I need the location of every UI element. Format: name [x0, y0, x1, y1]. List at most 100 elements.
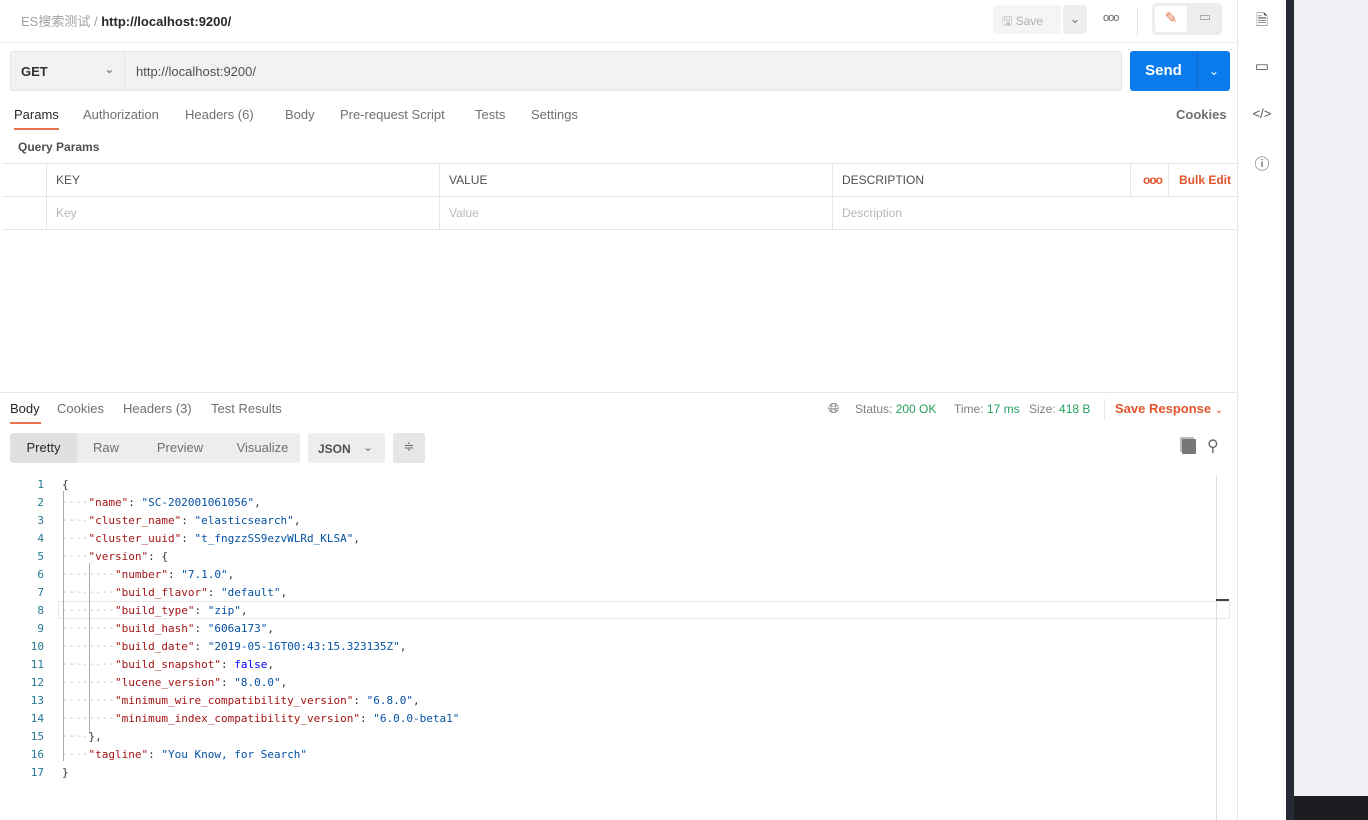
code-token: "You Know, for Search" — [161, 748, 308, 761]
tab-pre-request-script[interactable]: Pre-request Script — [340, 107, 445, 122]
code-token: "zip" — [207, 604, 241, 617]
code-token: : — [220, 658, 235, 671]
code-line: ····"version": { — [62, 550, 168, 563]
bulk-edit-button[interactable]: Bulk Edit — [1168, 164, 1238, 197]
save-button[interactable]: 🖫 Save — [993, 5, 1061, 34]
line-number: 2 — [37, 496, 44, 509]
query-params-table: KEY VALUE DESCRIPTION ooo Bulk Edit Key … — [2, 163, 1238, 230]
format-label: JSON — [318, 442, 351, 456]
code-token: ········ — [62, 712, 115, 725]
code-token: : — [181, 532, 195, 545]
collection-name[interactable]: ES搜索测试 — [21, 14, 90, 29]
query-params-title: Query Params — [18, 140, 100, 154]
comment-icon[interactable]: ▭ — [1190, 9, 1220, 25]
code-line: ········"build_flavor": "default", — [62, 586, 287, 599]
cookies-link[interactable]: Cookies — [1176, 107, 1227, 122]
tab-params[interactable]: Params — [14, 107, 59, 122]
url-input[interactable]: http://localhost:9200/ — [136, 64, 256, 79]
code-token: ········ — [62, 622, 115, 635]
tab-tests[interactable]: Tests — [475, 107, 505, 122]
code-icon[interactable]: </> — [1239, 106, 1285, 121]
time-label: Time: — [954, 402, 984, 416]
code-token: , — [280, 676, 288, 689]
editor-scrollbar-track[interactable] — [1216, 476, 1217, 820]
value-input[interactable]: Value — [439, 197, 832, 230]
save-response-label: Save Response — [1115, 401, 1212, 416]
background-window — [1294, 0, 1368, 796]
code-token: , — [240, 604, 248, 617]
pane-divider[interactable] — [0, 392, 1238, 393]
mode-toggle: ✎ ▭ — [1152, 3, 1222, 35]
send-button[interactable]: Send ⌄ — [1130, 51, 1230, 91]
tab-test-results[interactable]: Test Results — [211, 401, 282, 416]
code-token: "number" — [114, 568, 168, 581]
globe-icon[interactable]: 🌐︎ — [828, 400, 839, 417]
view-pretty[interactable]: Pretty — [10, 433, 77, 463]
code-token: "build_hash" — [114, 622, 195, 635]
code-token: } — [62, 766, 69, 779]
code-token: : — [194, 622, 208, 635]
status-value[interactable]: 200 OK — [896, 402, 937, 416]
view-mode-selector: Pretty Raw Preview Visualize — [10, 433, 300, 463]
active-tab-indicator — [10, 422, 41, 424]
send-label: Send — [1145, 62, 1182, 79]
size-value[interactable]: 418 B — [1059, 402, 1090, 416]
tab-body[interactable]: Body — [285, 107, 315, 122]
code-token: "SC-202001061056" — [141, 496, 255, 509]
line-number: 9 — [37, 622, 44, 635]
tab-authorization[interactable]: Authorization — [83, 107, 159, 122]
breadcrumb-separator: / — [93, 14, 98, 29]
line-number: 15 — [30, 730, 44, 743]
request-header: ES搜索测试 / http://localhost:9200/ 🖫 Save ⌄… — [0, 0, 1238, 43]
code-line: ········"minimum_wire_compatibility_vers… — [62, 694, 420, 707]
save-dropdown[interactable]: ⌄ — [1063, 5, 1087, 34]
format-select[interactable]: JSON ⌄ — [308, 433, 385, 463]
code-token: "tagline" — [88, 748, 149, 761]
pencil-icon[interactable]: ✎ — [1155, 6, 1187, 32]
code-token: "build_flavor" — [114, 586, 208, 599]
tab-settings[interactable]: Settings — [531, 107, 578, 122]
code-token: "lucene_version" — [114, 676, 221, 689]
view-preview[interactable]: Preview — [135, 433, 225, 463]
code-token: "elasticsearch" — [194, 514, 294, 527]
search-icon[interactable]: ⚲ — [1207, 436, 1219, 456]
description-input[interactable]: Description — [832, 197, 1238, 230]
method-label: GET — [21, 64, 48, 79]
code-token: ········ — [62, 586, 115, 599]
tab-response-body[interactable]: Body — [10, 401, 40, 416]
window-scrollbar[interactable] — [1286, 0, 1294, 820]
copy-icon[interactable] — [1182, 439, 1196, 454]
status-readout: Status: 200 OK — [855, 402, 936, 416]
code-token: ········ — [62, 604, 115, 617]
send-dropdown-chevron-icon[interactable]: ⌄ — [1197, 51, 1230, 91]
save-response-button[interactable]: Save Response ⌄ — [1115, 401, 1223, 416]
more-options-icon[interactable]: ooo — [1130, 164, 1168, 197]
tab-response-cookies[interactable]: Cookies — [57, 401, 104, 416]
more-options-icon[interactable]: ooo — [1103, 12, 1119, 24]
headers-count: (3) — [175, 401, 192, 416]
code-token: "606a173" — [207, 622, 268, 635]
code-token: : — [353, 694, 367, 707]
request-name[interactable]: http://localhost:9200/ — [101, 14, 231, 29]
line-number: 7 — [37, 586, 44, 599]
code-token: : — [167, 568, 182, 581]
tab-headers[interactable]: Headers (6) — [185, 107, 254, 122]
time-value[interactable]: 17 ms — [987, 402, 1020, 416]
view-raw[interactable]: Raw — [77, 433, 135, 463]
line-number: 6 — [37, 568, 44, 581]
code-token: , — [293, 514, 301, 527]
code-token: ········ — [62, 694, 115, 707]
comments-icon[interactable]: ▭ — [1239, 57, 1285, 75]
line-number: 11 — [30, 658, 44, 671]
tab-response-headers[interactable]: Headers (3) — [123, 401, 192, 416]
key-input[interactable]: Key — [46, 197, 439, 230]
code-token: , — [254, 496, 261, 509]
wrap-lines-icon[interactable]: ≑ — [393, 433, 425, 463]
table-row: Key Value Description — [2, 197, 1238, 230]
code-token: false — [234, 658, 268, 671]
info-icon[interactable]: ⓘ — [1239, 153, 1285, 174]
code-token: , — [227, 568, 235, 581]
view-visualize[interactable]: Visualize — [225, 433, 300, 463]
method-select[interactable]: GET ⌄ — [11, 52, 125, 90]
documentation-icon[interactable]: 🗎︎ — [1239, 10, 1285, 35]
